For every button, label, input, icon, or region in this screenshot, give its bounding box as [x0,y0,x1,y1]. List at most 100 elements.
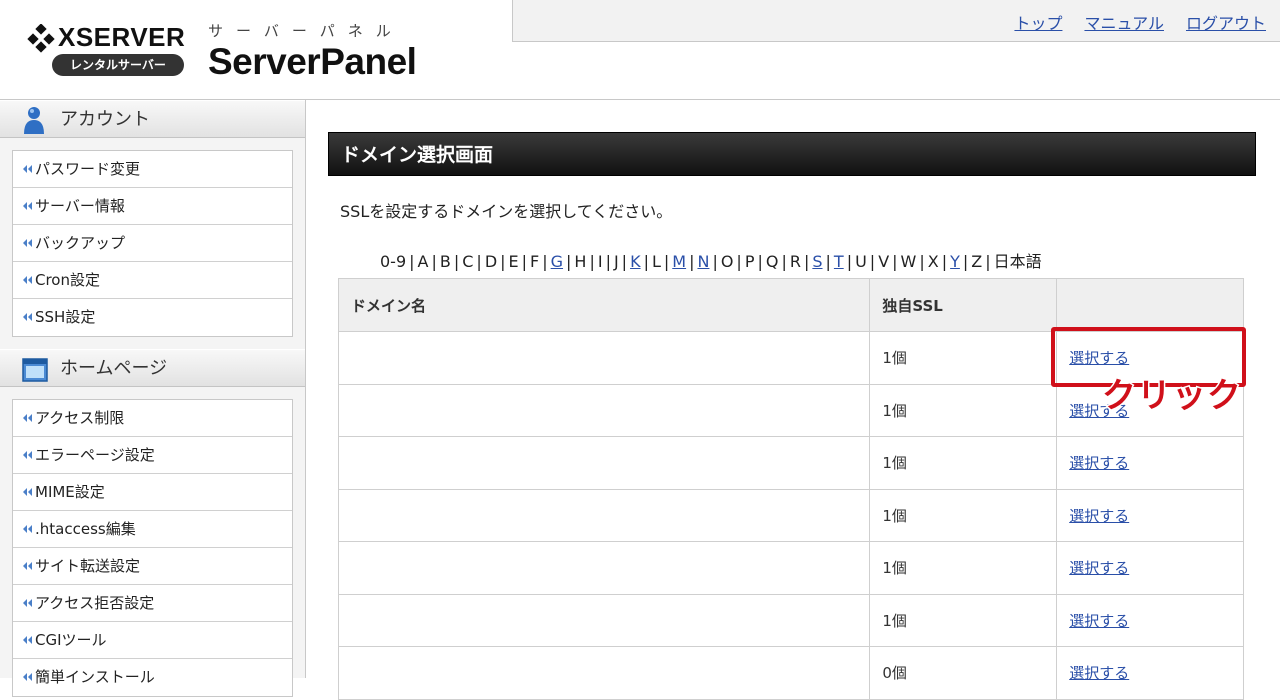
index-letter-E: E [508,252,519,271]
index-separator: | [736,252,742,271]
select-link[interactable]: 選択する [1069,349,1129,367]
table-row: 1個 選択する [337,436,1244,490]
page-title: ドメイン選択画面 [328,132,1256,176]
sidebar-section-title: ホームページ [60,358,168,379]
index-separator: | [621,252,628,271]
sidebar-section-homepage: ホームページ [0,349,305,387]
xserver-logo[interactable]: XSERVER レンタルサーバー [26,22,185,80]
nav-logout-link[interactable]: ログアウト [1186,10,1266,34]
sidebar-section-title: アカウント [60,109,150,130]
ssl-count-cell: 0個 [869,646,1058,700]
action-cell: 選択する [1056,488,1244,542]
sidebar-item-label: サーバー情報 [35,197,125,215]
index-letter-M[interactable]: M [672,252,686,271]
domain-cell [337,593,871,647]
select-link[interactable]: 選択する [1069,507,1129,525]
serverpanel-logo[interactable]: サーバーパネル ServerPanel [208,20,417,83]
index-separator: | [542,252,548,271]
ssl-count-cell: 1個 [869,436,1058,490]
panel-kana: サーバーパネル [208,22,404,40]
table-row: 1個 選択する [337,488,1244,542]
arrow-bullet-icon [23,451,32,459]
sidebar-item-access-deny[interactable]: アクセス拒否設定 [13,585,292,622]
arrow-bullet-icon [23,673,32,681]
alphabet-index: 0-9 | A | B | C | D | E | F | G | H | I | J | K | L | M | N | O | P | Q | R |… [380,248,1042,272]
index-separator: | [803,252,810,271]
index-separator: | [431,252,437,271]
index-letter-0-9: 0-9 [380,252,407,271]
index-separator: | [781,252,787,271]
index-letter-Y[interactable]: Y [950,252,960,271]
arrow-bullet-icon [23,599,32,607]
index-letter-N[interactable]: N [697,252,709,271]
index-separator: | [941,252,948,271]
index-letter-S[interactable]: S [812,252,822,271]
table-row: 0個 選択する [337,646,1244,700]
index-separator: | [962,252,969,271]
index-letter-L: L [651,252,661,271]
index-letter-W: W [900,252,917,271]
index-separator: | [846,252,853,271]
table-header-row: ドメイン名 独自SSL [337,278,1244,332]
sidebar-item-htaccess[interactable]: .htaccess編集 [13,511,292,548]
action-cell: 選択する [1056,593,1244,647]
select-link[interactable]: 選択する [1069,559,1129,577]
domain-cell [337,646,871,700]
arrow-bullet-icon [23,414,32,422]
index-letter-Z: Z [971,252,983,271]
table-row: 1個 選択する [337,593,1244,647]
index-letter-O: O [720,252,734,271]
arrow-bullet-icon [23,636,32,644]
sidebar-item-label: .htaccess編集 [35,520,136,538]
sidebar-item-mime[interactable]: MIME設定 [13,474,292,511]
index-letter-I: I [597,252,603,271]
sidebar-item-error-page[interactable]: エラーページ設定 [13,437,292,474]
arrow-bullet-icon [23,525,32,533]
index-separator: | [757,252,763,271]
ssl-count-cell: 1個 [869,488,1058,542]
index-separator: | [892,252,898,271]
sidebar-item-server-info[interactable]: サーバー情報 [13,188,292,225]
sidebar-item-label: CGIツール [35,631,107,649]
sidebar-item-label: 簡単インストール [35,668,155,686]
sidebar-item-ssh[interactable]: SSH設定 [13,299,292,336]
index-separator: | [689,252,695,271]
sidebar-item-label: SSH設定 [35,308,96,326]
sidebar-item-access-limit[interactable]: アクセス制限 [13,400,292,437]
ssl-count-cell: 1個 [869,593,1058,647]
index-separator: | [919,252,925,271]
sidebar-item-label: サイト転送設定 [35,557,141,575]
arrow-bullet-icon [23,165,32,173]
sidebar-item-backup[interactable]: バックアップ [13,225,292,262]
sidebar-item-label: パスワード変更 [35,160,141,178]
index-separator: | [985,252,991,271]
sidebar-item-cron[interactable]: Cron設定 [13,262,292,299]
index-separator: | [643,252,649,271]
nav-manual-link[interactable]: マニュアル [1084,10,1164,34]
sidebar-item-cgi-tool[interactable]: CGIツール [13,622,292,659]
sidebar-item-site-transfer[interactable]: サイト転送設定 [13,548,292,585]
sidebar: アカウント パスワード変更 サーバー情報 バックアップ Cron設定 SSH設定… [0,100,306,697]
index-letter-G[interactable]: G [551,252,563,271]
action-cell: 選択する [1056,541,1244,595]
arrow-bullet-icon [23,202,32,210]
index-letter-T[interactable]: T [834,252,844,271]
select-link[interactable]: 選択する [1069,454,1129,472]
sidebar-item-password[interactable]: パスワード変更 [13,151,292,188]
index-letter-X: X [927,252,939,271]
sidebar-item-label: バックアップ [35,234,126,252]
domain-table: ドメイン名 独自SSL 1個 選択する 1個 選択する 1個 選択する 1個 選択する … [337,278,1244,700]
index-letter-Q: Q [765,252,779,271]
index-letter-K[interactable]: K [630,252,641,271]
select-link[interactable]: 選択する [1069,664,1129,682]
select-link[interactable]: 選択する [1069,612,1129,630]
index-letter-P: P [744,252,755,271]
sidebar-item-label: MIME設定 [35,483,105,501]
column-header-ssl: 独自SSL [869,278,1058,332]
nav-top-link[interactable]: トップ [1014,10,1062,34]
domain-cell [337,383,871,437]
index-letter-J: J [613,252,619,271]
index-separator: | [453,252,460,271]
index-letter-A: A [417,252,429,271]
click-annotation: クリック [1101,375,1243,418]
